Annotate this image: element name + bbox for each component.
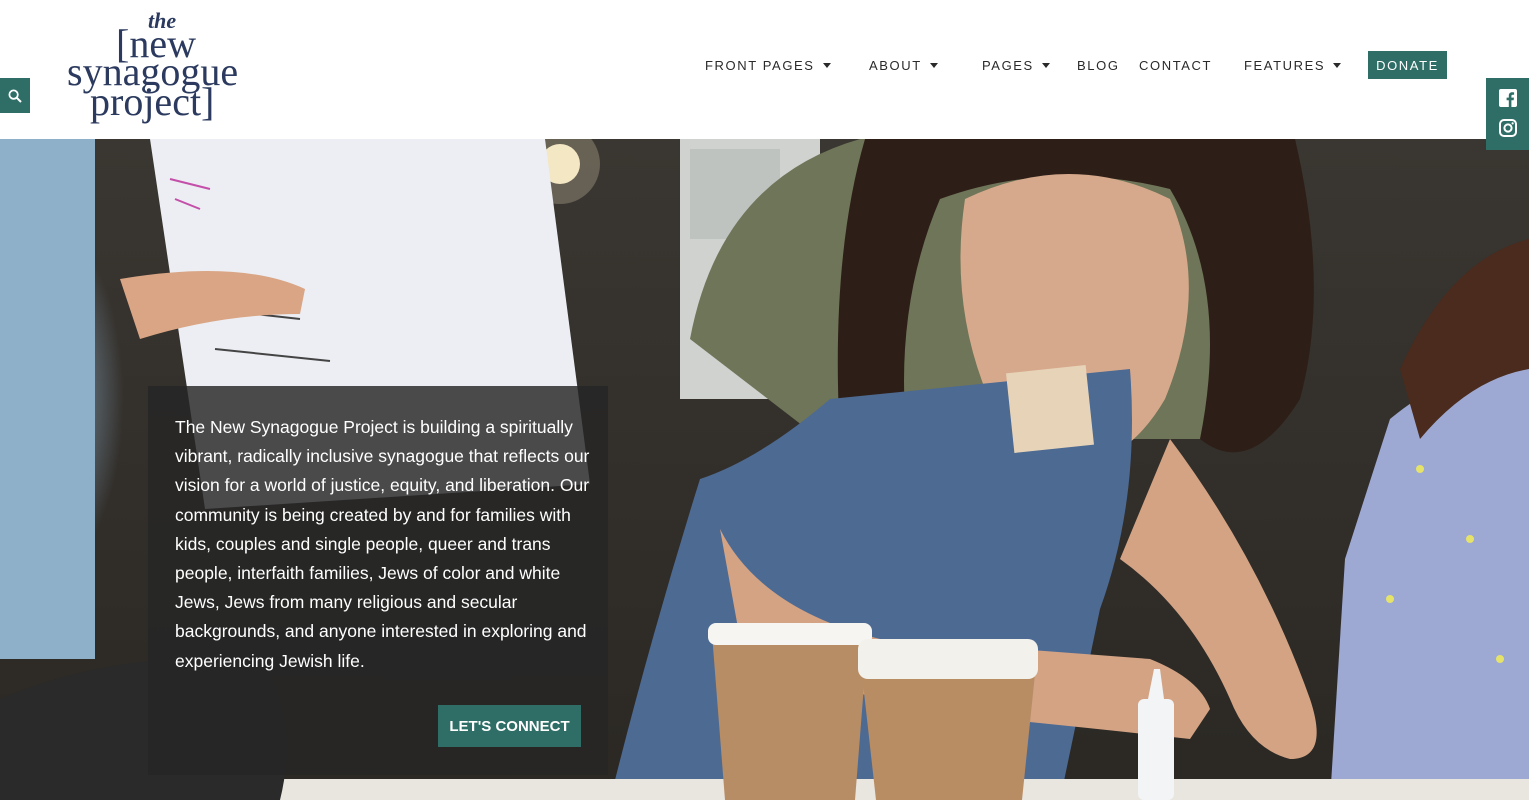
nav-item-blog[interactable]: BLOG [1077, 56, 1120, 74]
chevron-down-icon [1333, 62, 1342, 68]
nav-item-features[interactable]: FEATURES [1244, 56, 1342, 74]
facebook-icon[interactable] [1499, 89, 1517, 107]
site-logo[interactable]: the [new synagogue project] [60, 8, 260, 128]
donate-button[interactable]: DONATE [1368, 51, 1447, 79]
chevron-down-icon [822, 62, 831, 68]
nav-item-front-pages[interactable]: FRONT PAGES [705, 56, 831, 74]
nav-item-contact[interactable]: CONTACT [1139, 56, 1212, 74]
nav-label-pages: PAGES [982, 57, 1034, 73]
search-button[interactable] [0, 78, 30, 113]
intro-text: The New Synagogue Project is building a … [175, 417, 590, 671]
chevron-down-icon [929, 62, 938, 68]
search-icon [8, 89, 22, 103]
nav-item-about[interactable]: ABOUT [869, 56, 938, 74]
instagram-icon[interactable] [1499, 119, 1517, 137]
nav-label-features: FEATURES [1244, 57, 1326, 73]
chevron-down-icon [1041, 62, 1050, 68]
lets-connect-button[interactable]: LET'S CONNECT [438, 705, 581, 747]
nav-label-about: ABOUT [869, 57, 922, 73]
logo-text-line-3: project] [90, 79, 215, 124]
nav-item-pages[interactable]: PAGES [982, 56, 1050, 74]
intro-panel: The New Synagogue Project is building a … [148, 386, 608, 775]
hero-banner: The New Synagogue Project is building a … [0, 139, 1529, 800]
nav-label-blog: BLOG [1077, 57, 1120, 73]
site-header: the [new synagogue project] FRONT PAGES … [0, 0, 1529, 139]
nav-label-front-pages: FRONT PAGES [705, 57, 815, 73]
social-links [1486, 78, 1529, 150]
nav-label-contact: CONTACT [1139, 57, 1213, 73]
